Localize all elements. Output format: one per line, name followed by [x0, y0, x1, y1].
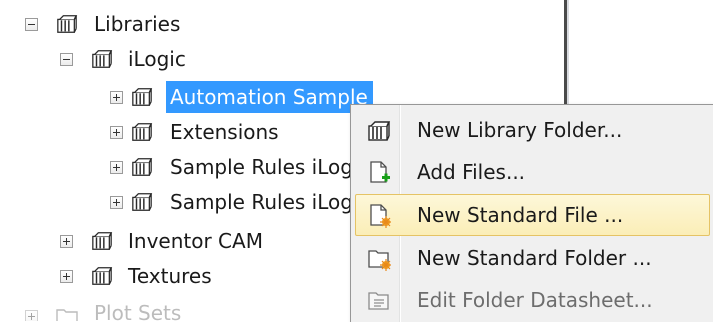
folder-datasheet-icon [368, 292, 389, 310]
menu-item-new-standard-file[interactable]: New Standard File ... [355, 194, 710, 236]
library-icon [92, 50, 112, 68]
menu-item-label: Add Files... [417, 160, 526, 184]
collapse-toggle[interactable] [60, 53, 73, 66]
tree-item-label: Libraries [94, 12, 181, 36]
tree-item-label: Plot Sets [94, 301, 182, 321]
tree-item-label: Sample Rules iLog [170, 155, 353, 179]
context-menu: New Library Folder... Add Files... New S… [350, 104, 713, 322]
tree-item-label: Extensions [170, 120, 279, 144]
tree-item-label-selected: Automation Sample [166, 81, 373, 113]
library-icon [57, 15, 77, 33]
menu-item-label: New Library Folder... [417, 118, 623, 142]
collapse-toggle[interactable] [25, 18, 38, 31]
new-standard-file-icon [370, 204, 391, 228]
menu-item-edit-folder-datasheet[interactable]: Edit Folder Datasheet... [351, 279, 713, 321]
new-standard-folder-icon [368, 250, 391, 271]
expand-toggle[interactable] [25, 310, 38, 321]
library-icon [92, 232, 112, 250]
library-icon [132, 123, 152, 141]
tree-item-label: iLogic [128, 47, 186, 71]
menu-item-label: Edit Folder Datasheet... [417, 288, 653, 312]
library-icon [132, 193, 152, 211]
library-folder-icon [368, 121, 390, 141]
menu-item-label: New Standard File ... [417, 203, 624, 227]
tree-item-label: Sample Rules iLog [170, 190, 353, 214]
library-icon [92, 267, 112, 285]
expand-toggle[interactable] [60, 270, 73, 283]
expand-toggle[interactable] [110, 126, 123, 139]
expand-toggle[interactable] [110, 196, 123, 209]
menu-item-add-files[interactable]: Add Files... [351, 151, 713, 193]
library-icon [132, 88, 152, 106]
library-icon [132, 158, 152, 176]
expand-toggle[interactable] [110, 91, 123, 104]
add-file-icon [370, 161, 390, 183]
menu-item-new-library-folder[interactable]: New Library Folder... [351, 109, 713, 151]
menu-item-label: New Standard Folder ... [417, 246, 652, 270]
folder-icon [56, 309, 78, 321]
expand-toggle[interactable] [60, 235, 73, 248]
tree-item-label: Textures [128, 264, 212, 288]
tree-item-label: Inventor CAM [128, 229, 263, 253]
menu-item-new-standard-folder[interactable]: New Standard Folder ... [351, 237, 713, 279]
expand-toggle[interactable] [110, 161, 123, 174]
